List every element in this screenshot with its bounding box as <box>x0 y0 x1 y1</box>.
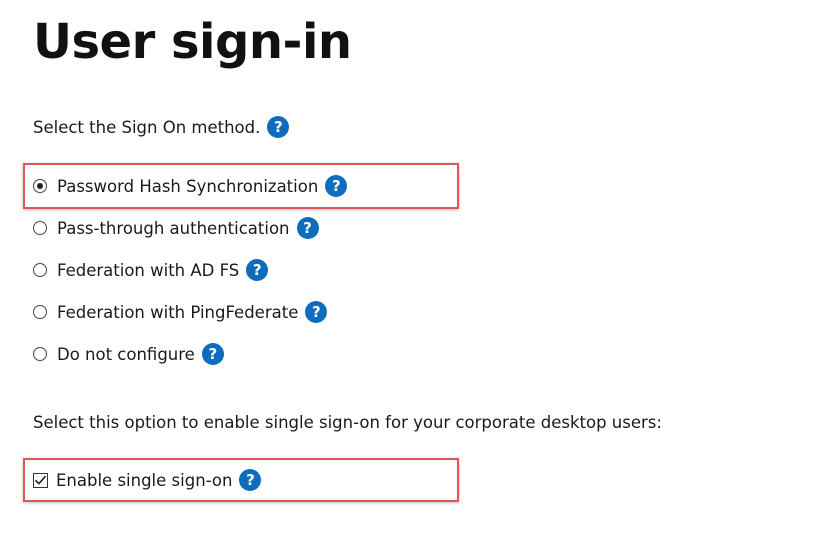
sso-prompt: Select this option to enable single sign… <box>33 413 662 432</box>
radio-button-selected[interactable] <box>33 179 47 193</box>
help-icon[interactable]: ? <box>246 259 269 281</box>
radio-option-federation-pingfederate[interactable]: Federation with PingFederate ? <box>33 298 328 326</box>
help-icon[interactable]: ? <box>267 116 290 138</box>
radio-button[interactable] <box>33 221 47 235</box>
help-icon[interactable]: ? <box>296 217 319 239</box>
radio-option-label: Federation with PingFederate <box>57 302 299 322</box>
enable-sso-checkbox[interactable] <box>33 472 48 488</box>
help-icon[interactable]: ? <box>239 469 262 491</box>
radio-option-pass-through-auth[interactable]: Pass-through authentication ? <box>33 214 319 242</box>
radio-button[interactable] <box>33 347 47 361</box>
radio-option-label: Pass-through authentication <box>57 218 290 238</box>
radio-option-password-hash-sync[interactable]: Password Hash Synchronization ? <box>33 172 348 200</box>
radio-option-label: Password Hash Synchronization <box>57 176 319 196</box>
help-icon[interactable]: ? <box>201 343 224 365</box>
help-icon[interactable]: ? <box>305 301 328 323</box>
signon-method-prompt-text: Select the Sign On method. <box>33 117 261 137</box>
radio-button[interactable] <box>33 305 47 319</box>
user-signin-page: User sign-in Select the Sign On method. … <box>0 0 836 551</box>
enable-sso-label: Enable single sign-on <box>56 470 233 490</box>
enable-sso-checkbox-row[interactable]: Enable single sign-on ? <box>33 466 262 494</box>
page-title: User sign-in <box>33 14 352 70</box>
sso-prompt-text: Select this option to enable single sign… <box>33 413 662 432</box>
radio-option-do-not-configure[interactable]: Do not configure ? <box>33 340 224 368</box>
checkmark-icon <box>34 475 47 485</box>
help-icon[interactable]: ? <box>325 175 348 197</box>
radio-option-label: Federation with AD FS <box>57 260 240 280</box>
radio-option-label: Do not configure <box>57 344 195 364</box>
radio-option-federation-adfs[interactable]: Federation with AD FS ? <box>33 256 269 284</box>
radio-button[interactable] <box>33 263 47 277</box>
signon-method-prompt: Select the Sign On method. ? <box>33 116 290 138</box>
